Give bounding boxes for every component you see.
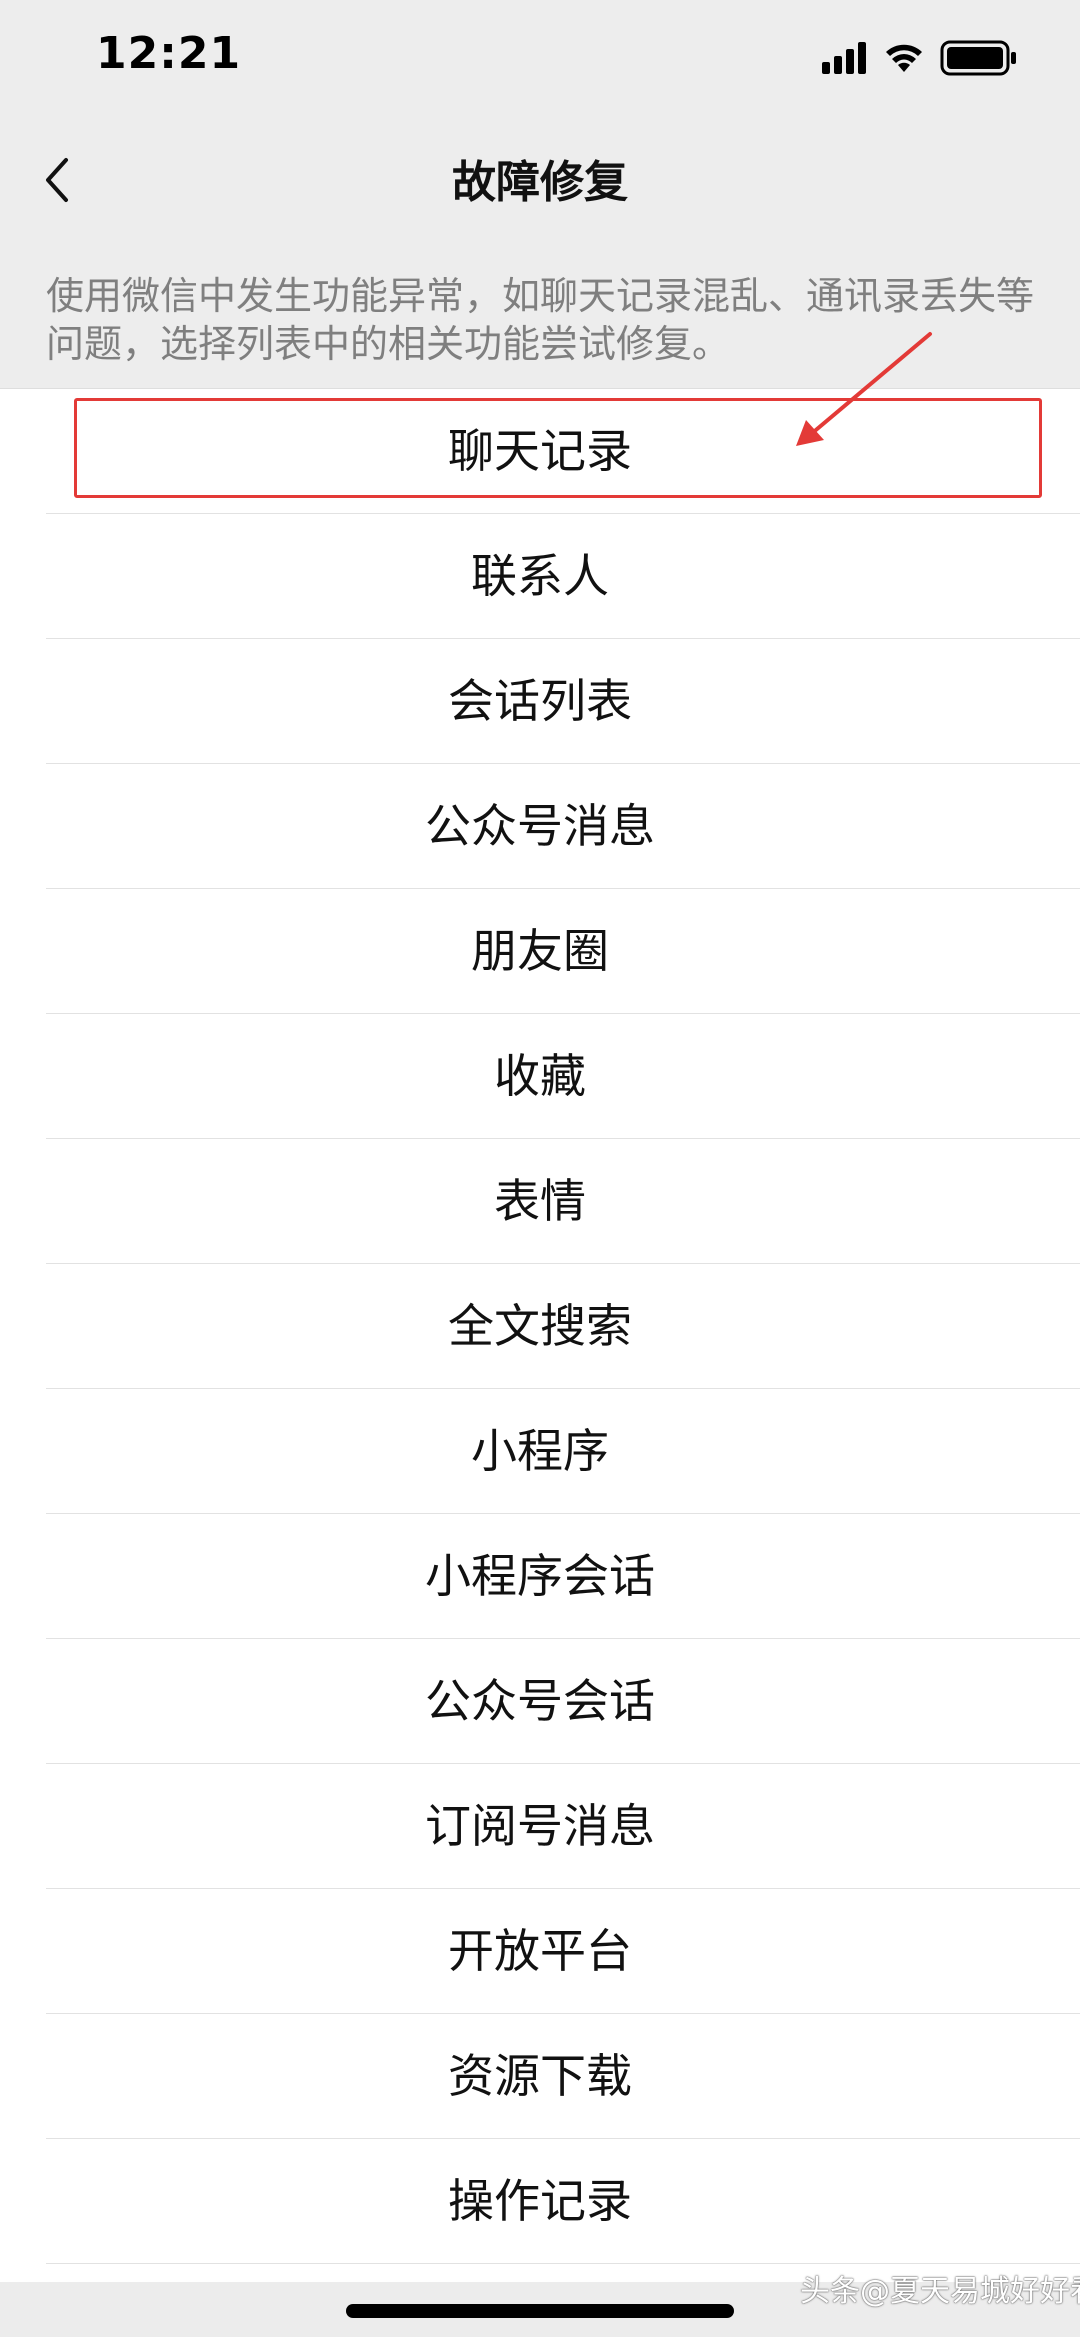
list-item-moments[interactable]: 朋友圈 [0,889,1080,1014]
list-item-contacts[interactable]: 联系人 [0,514,1080,639]
home-indicator[interactable] [346,2304,734,2318]
list-item-full-text-search[interactable]: 全文搜索 [0,1264,1080,1389]
list-item-resource-download[interactable]: 资源下载 [0,2014,1080,2139]
status-time: 12:21 [96,28,242,79]
page-title: 故障修复 [452,157,628,208]
status-bar: 12:21 [0,0,1080,118]
list-item-mini-programs[interactable]: 小程序 [0,1389,1080,1514]
list-item-open-platform[interactable]: 开放平台 [0,1889,1080,2014]
list-item-subscription-messages[interactable]: 订阅号消息 [0,1764,1080,1889]
status-icons [822,40,1016,76]
wifi-icon [886,44,922,72]
cellular-signal-icon [822,42,866,74]
list-item-official-account-conversations[interactable]: 公众号会话 [0,1639,1080,1764]
list-item-stickers[interactable]: 表情 [0,1139,1080,1264]
battery-icon [940,40,1016,76]
list-item-official-account-messages[interactable]: 公众号消息 [0,764,1080,889]
repair-options-list: 聊天记录 联系人 会话列表 公众号消息 朋友圈 收藏 表情 全文搜索 小程序 小… [0,389,1080,2264]
annotation-arrow-icon [796,332,932,446]
nav-bar: 故障修复 [0,118,1080,236]
list-item-favorites[interactable]: 收藏 [0,1014,1080,1139]
list-item-operation-records[interactable]: 操作记录 [0,2139,1080,2264]
list-item-mini-program-conversations[interactable]: 小程序会话 [0,1514,1080,1639]
watermark: 头条@夏天易城好好看 [800,2274,1080,2309]
list-item-conversation-list[interactable]: 会话列表 [0,639,1080,764]
